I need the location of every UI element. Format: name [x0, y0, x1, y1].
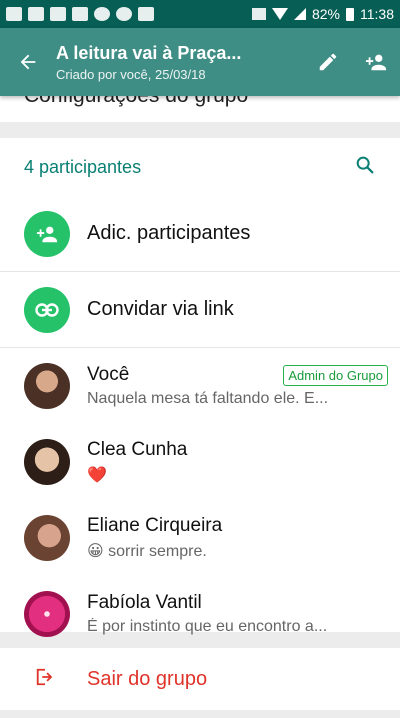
avatar — [24, 591, 70, 637]
participant-status: ❤️ — [87, 467, 107, 484]
arrow-back-icon — [20, 54, 36, 70]
notification-icon — [94, 7, 110, 21]
participant-row[interactable]: Clea Cunha ❤️ — [0, 424, 400, 500]
group-subtitle: Criado por você, 25/03/18 — [56, 66, 206, 82]
back-button[interactable] — [0, 28, 56, 96]
notification-icon — [6, 7, 22, 21]
link-icon — [35, 302, 59, 317]
notification-icon — [72, 7, 88, 21]
pencil-icon — [319, 53, 337, 71]
edit-button[interactable] — [304, 28, 352, 96]
invite-link-icon-circle — [24, 286, 70, 333]
add-participants-row[interactable]: Adic. participantes — [0, 196, 400, 272]
add-participant-toolbar-button[interactable] — [352, 28, 400, 96]
add-participants-label: Adic. participantes — [87, 222, 251, 244]
participant-name: Eliane Cirqueira — [87, 515, 223, 536]
avatar — [24, 515, 70, 561]
person-add-icon — [36, 226, 58, 242]
invite-link-row[interactable]: Convidar via link — [0, 272, 400, 348]
notification-icons — [6, 7, 154, 21]
participant-row[interactable]: Eliane Cirqueira 😀 sorrir sempre. — [0, 500, 400, 576]
group-settings-row[interactable]: Configurações do grupo — [0, 96, 400, 122]
toolbar: A leitura vai à Praça... Criado por você… — [0, 28, 400, 96]
avatar — [24, 363, 70, 409]
invite-link-label: Convidar via link — [87, 298, 234, 320]
wifi-icon — [271, 8, 288, 20]
whatsapp-icon — [116, 7, 132, 21]
notification-icon — [50, 7, 66, 21]
admin-badge: Admin do Grupo — [283, 364, 388, 386]
battery-percent: 82% — [311, 6, 340, 22]
participant-name: Fabíola Vantil — [87, 592, 202, 613]
participant-status: Naquela mesa tá faltando ele. E... — [87, 390, 329, 407]
leave-group-row[interactable]: Sair do grupo — [0, 648, 400, 710]
alarm-icon — [251, 8, 266, 20]
clock: 11:38 — [360, 6, 394, 22]
avatar — [24, 439, 70, 485]
participants-search-button[interactable] — [354, 154, 376, 181]
signal-icon — [293, 8, 306, 20]
participant-row[interactable]: Fabíola Vantil É por instinto que eu enc… — [0, 576, 400, 652]
participant-name: Clea Cunha — [87, 439, 188, 460]
search-icon — [356, 156, 374, 173]
participants-count: 4 participantes — [24, 156, 142, 177]
group-title: A leitura vai à Praça... — [56, 42, 242, 63]
notification-icon — [28, 7, 44, 21]
person-add-icon — [365, 54, 387, 71]
battery-icon — [346, 7, 354, 21]
participant-row[interactable]: Você Admin do Grupo Naquela mesa tá falt… — [0, 348, 400, 424]
participant-status: É por instinto que eu encontro a... — [87, 618, 328, 635]
group-settings-label: Configurações do grupo — [24, 96, 248, 108]
participant-status: 😀 sorrir sempre. — [87, 543, 207, 560]
toolbar-titles[interactable]: A leitura vai à Praça... Criado por você… — [56, 43, 304, 82]
participant-name: Você — [87, 364, 130, 385]
screen: 82% 11:38 A leitura vai à Praça... Criad… — [0, 0, 400, 718]
notification-icon — [138, 7, 154, 21]
leave-group-label: Sair do grupo — [87, 667, 208, 690]
status-bar: 82% 11:38 — [0, 0, 400, 28]
add-participants-icon-circle — [24, 210, 70, 257]
participants-header: 4 participantes — [0, 138, 400, 196]
exit-icon — [34, 667, 56, 692]
participants-card: 4 participantes Adic. participantes Conv… — [0, 138, 400, 637]
